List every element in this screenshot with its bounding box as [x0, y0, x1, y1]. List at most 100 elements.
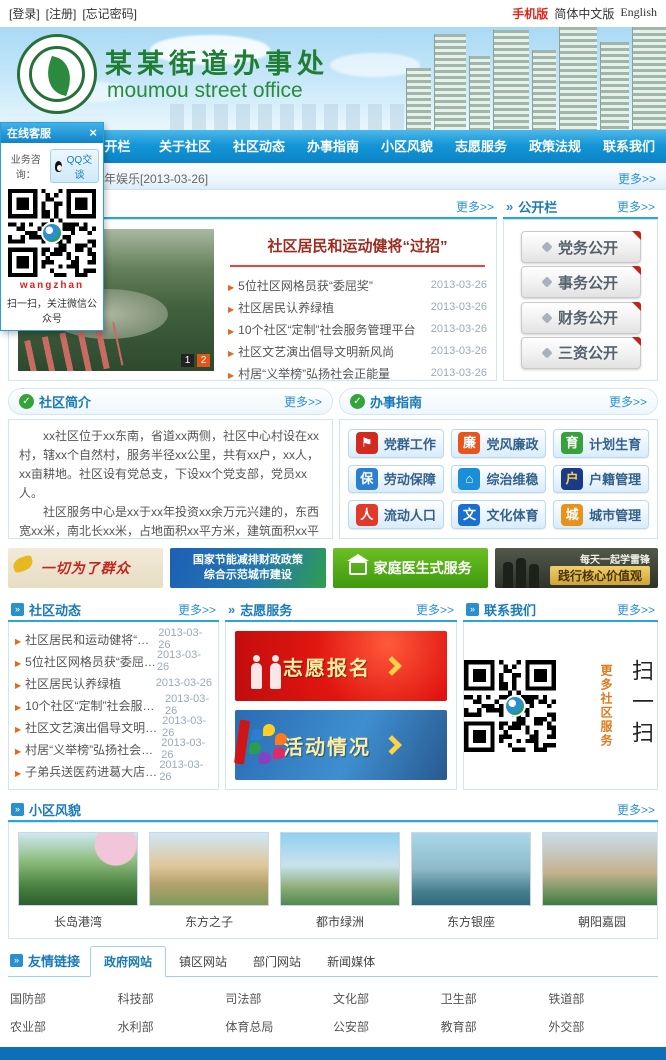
- guide-button-party-work[interactable]: ⚑党群工作: [348, 429, 444, 458]
- footer-link[interactable]: 外交部: [548, 1018, 656, 1035]
- footer-tab-media[interactable]: 新闻媒体: [314, 947, 388, 976]
- ad-banner-lei-feng[interactable]: 每天一起学雷锋 践行核心价值观: [495, 548, 658, 588]
- skyline-graphic: [170, 104, 430, 130]
- slider-page-2[interactable]: 2: [197, 354, 210, 367]
- intro-title: 社区简介: [39, 392, 91, 411]
- ticker-headline-link[interactable]: 老年娱乐[2013-03-26]: [92, 170, 208, 187]
- footer-link[interactable]: 教育部: [441, 1018, 549, 1035]
- guide-button-family-planning[interactable]: 育计划生育: [553, 429, 649, 458]
- nav-item-policy[interactable]: 政策法规: [518, 130, 592, 163]
- estate-card[interactable]: 都市绿洲: [280, 832, 400, 930]
- dynamics-item-link[interactable]: ▶子弟兵送医药进葛大店社区: [15, 763, 159, 780]
- activity-status-banner[interactable]: 活动情况: [235, 710, 447, 780]
- volunteer-title: 志愿服务: [240, 600, 292, 619]
- guide-button-city-management[interactable]: 城城市管理: [553, 500, 649, 529]
- public-affairs-button[interactable]: 事务公开: [521, 266, 641, 298]
- contact-title: 联系我们: [484, 600, 536, 619]
- news-item-link[interactable]: ▶10个社区“定制”社会服务管理平台: [228, 321, 416, 338]
- estate-caption[interactable]: 都市绿洲: [280, 906, 400, 930]
- footer-link[interactable]: 科技部: [118, 990, 226, 1007]
- ad-banner-row: 一切为了群众 国家节能减排财政政策 综合示范城市建设 家庭医生式服务 每天一起学…: [0, 546, 666, 594]
- three-assets-button[interactable]: 三资公开: [521, 337, 641, 369]
- dynamics-more-link[interactable]: 更多>>: [178, 601, 216, 618]
- estate-caption[interactable]: 朝阳嘉园: [542, 906, 658, 930]
- dynamics-header: » 社区动态 更多>>: [8, 598, 219, 622]
- party-affairs-button[interactable]: 党务公开: [521, 231, 641, 263]
- news-item-link[interactable]: ▶社区文艺演出倡导文明新风尚: [228, 343, 394, 360]
- estate-card[interactable]: 东方之子: [149, 832, 269, 930]
- estate-card[interactable]: 朝阳嘉园: [542, 832, 658, 930]
- estate-card[interactable]: 长岛港湾: [18, 832, 138, 930]
- register-link[interactable]: [注册]: [46, 5, 77, 22]
- dynamics-item-link[interactable]: ▶10个社区“定制”社会服务管理平台: [15, 697, 165, 714]
- nav-item-contact[interactable]: 联系我们: [592, 130, 666, 163]
- footer-link[interactable]: 司法部: [225, 990, 333, 1007]
- nav-item-estates[interactable]: 小区风貌: [370, 130, 444, 163]
- footer-link[interactable]: 公安部: [333, 1018, 441, 1035]
- guide-button-culture-sports[interactable]: 文文化体育: [451, 500, 547, 529]
- nav-item-volunteer[interactable]: 志愿服务: [444, 130, 518, 163]
- simplified-chinese-link[interactable]: 简体中文版: [554, 5, 614, 22]
- guide-button-clean-governance[interactable]: 廉党风廉政: [451, 429, 547, 458]
- dynamics-item-link[interactable]: ▶村居“义举榜”弘扬社会正能量: [15, 741, 161, 758]
- login-link[interactable]: [登录]: [9, 5, 40, 22]
- guide-button-labor-security[interactable]: 保劳动保障: [348, 465, 444, 494]
- footer-links-grid: 国防部 科技部 司法部 文化部 卫生部 铁道部 农业部 水利部 体育总局 公安部…: [8, 977, 658, 1047]
- intro-more-link[interactable]: 更多>>: [284, 393, 322, 410]
- news-row: ▶社区居民认养绿植 2013-03-26: [228, 296, 487, 318]
- ad-banner-for-the-people[interactable]: 一切为了群众: [8, 548, 163, 588]
- footer-link[interactable]: 水利部: [118, 1018, 226, 1035]
- close-icon[interactable]: ×: [89, 123, 97, 143]
- qq-chat-button[interactable]: QQ交谈: [50, 149, 99, 183]
- guide-button-stability[interactable]: ⌂综治维稳: [451, 465, 547, 494]
- footer-link[interactable]: 文化部: [333, 990, 441, 1007]
- dynamics-item-link[interactable]: ▶社区居民认养绿植: [15, 675, 121, 692]
- intro-header: ✓ 社区简介 更多>>: [8, 388, 333, 415]
- volunteer-more-link[interactable]: 更多>>: [416, 601, 454, 618]
- footer-link[interactable]: 体育总局: [225, 1018, 333, 1035]
- mobile-version-link[interactable]: 手机版: [512, 5, 548, 22]
- nav-item-about[interactable]: 关于社区: [148, 130, 222, 163]
- english-link[interactable]: English: [620, 5, 657, 22]
- slider-page-1[interactable]: 1: [181, 354, 194, 367]
- ad-banner-energy-policy[interactable]: 国家节能减排财政政策 综合示范城市建设: [170, 548, 325, 588]
- guide-button-household[interactable]: 户户籍管理: [553, 465, 649, 494]
- footer-link[interactable]: 铁道部: [548, 990, 656, 1007]
- news-item-link[interactable]: ▶社区居民认养绿植: [228, 299, 334, 316]
- footer-tab-town[interactable]: 镇区网站: [166, 947, 240, 976]
- dynamics-item-link[interactable]: ▶社区文艺演出倡导文明新风尚: [15, 719, 162, 736]
- news-headline-link[interactable]: 社区居民和运动健将“过招”: [228, 235, 487, 256]
- ad-banner-family-doctor[interactable]: 家庭医生式服务: [333, 548, 488, 588]
- intro-guide-row: ✓ 社区简介 更多>> xx社区位于xx东南，省道xx两侧，社区中心村设在xx村…: [0, 388, 666, 546]
- footer-tab-department[interactable]: 部门网站: [240, 947, 314, 976]
- footer-link[interactable]: 卫生部: [441, 990, 549, 1007]
- estate-card[interactable]: 东方银座: [411, 832, 531, 930]
- estate-caption[interactable]: 长岛港湾: [18, 906, 138, 930]
- site-logo[interactable]: [17, 34, 97, 114]
- finance-affairs-button[interactable]: 财务公开: [521, 302, 641, 334]
- footer-link[interactable]: 农业部: [10, 1018, 118, 1035]
- ticker-more-link[interactable]: 更多>>: [618, 170, 656, 187]
- guide-button-population[interactable]: 人流动人口: [348, 500, 444, 529]
- corner-fold-icon: [632, 266, 641, 275]
- corner-fold-icon: [632, 302, 641, 311]
- dynamics-item-link[interactable]: ▶社区居民和运动健将“过招”: [15, 631, 158, 648]
- contact-more-link[interactable]: 更多>>: [617, 601, 655, 618]
- news-item-link[interactable]: ▶村居“义举榜”弘扬社会正能量: [228, 365, 390, 382]
- party-flag-icon: ⚑: [356, 432, 378, 454]
- estate-caption[interactable]: 东方银座: [411, 906, 531, 930]
- nav-item-dynamics[interactable]: 社区动态: [222, 130, 296, 163]
- news-more-link[interactable]: 更多>>: [456, 198, 494, 215]
- forgot-password-link[interactable]: [忘记密码]: [82, 5, 137, 22]
- estate-caption[interactable]: 东方之子: [149, 906, 269, 930]
- footer-link[interactable]: 国防部: [10, 990, 118, 1007]
- dynamics-item-link[interactable]: ▶5位社区网格员获“委屈奖”: [15, 653, 157, 670]
- news-item-link[interactable]: ▶5位社区网格员获“委屈奖”: [228, 277, 373, 294]
- estates-more-link[interactable]: 更多>>: [617, 801, 655, 818]
- guide-more-link[interactable]: 更多>>: [609, 393, 647, 410]
- nav-item-guide[interactable]: 办事指南: [296, 130, 370, 163]
- footer-tab-government[interactable]: 政府网站: [90, 946, 166, 977]
- notice-more-link[interactable]: 更多>>: [617, 198, 655, 215]
- volunteer-signup-banner[interactable]: 志愿报名: [235, 631, 447, 701]
- bullet-icon: ▶: [15, 637, 21, 646]
